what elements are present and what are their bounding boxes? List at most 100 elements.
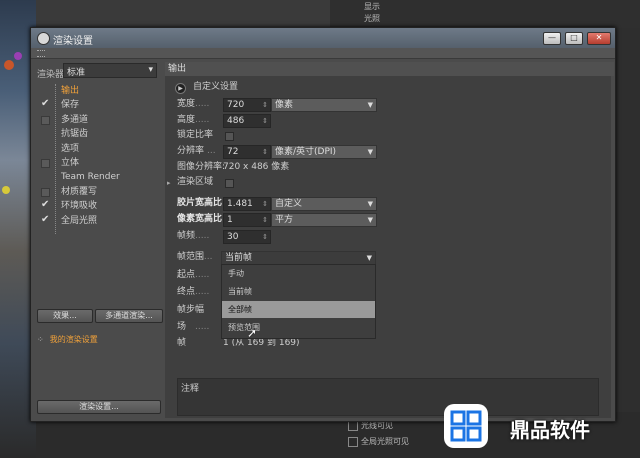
frame-range-value: 当前帧 <box>225 253 253 263</box>
film-aspect-input[interactable]: 1.481 ⇕ <box>223 197 271 211</box>
height-label: 高度 <box>177 115 196 125</box>
dotted-leader: ..... <box>195 115 210 125</box>
width-input[interactable]: 720 ⇕ <box>223 98 271 112</box>
spinner-icon[interactable]: ⇕ <box>262 146 268 158</box>
menu-item-manual[interactable]: 手动 <box>222 265 375 282</box>
tree-item-label: 保存 <box>61 100 80 111</box>
watermark-text: 鼎品软件 <box>510 418 590 442</box>
decor-ball-2 <box>14 52 22 60</box>
checkbox-empty-icon[interactable] <box>41 158 50 168</box>
fields-label: 场 <box>177 322 187 332</box>
width-unit-value: 像素 <box>275 100 294 110</box>
attr-item-1-label: 光线可见 <box>361 421 393 430</box>
chevron-down-icon: ▼ <box>367 148 373 156</box>
tree-item-team-render[interactable]: Team Render <box>35 170 163 184</box>
dotted-leader: ..... <box>195 322 210 332</box>
pixel-aspect-label: 像素宽高比 <box>177 214 223 224</box>
maximize-button[interactable]: □ <box>565 32 583 45</box>
renderer-select[interactable]: 标准 ▾ <box>63 63 157 78</box>
menu-item-all-frames[interactable]: 全部帧 <box>222 301 375 318</box>
pixel-aspect-preset: 平方 <box>275 215 294 225</box>
preset-play-icon[interactable]: ▶ <box>175 83 186 94</box>
dotted-leader: ... <box>207 146 216 156</box>
dotted-leader: ..... <box>195 287 210 297</box>
tree-item-label: 抗锯齿 <box>61 129 89 140</box>
title-bar[interactable]: 渲染设置 — □ ✕ <box>31 28 615 48</box>
film-aspect-preset: 自定义 <box>275 199 303 209</box>
tree-item-material-override[interactable]: 材质覆写 <box>35 185 163 199</box>
film-aspect-value: 1.481 <box>227 199 253 209</box>
checkbox-empty-icon[interactable] <box>41 187 50 197</box>
render-settings-list: ⁘ 我的渲染设置 <box>35 328 163 432</box>
tree-item-stereo[interactable]: 立体 <box>35 156 163 170</box>
resolution-input[interactable]: 72 ⇕ <box>223 145 271 159</box>
checkmark-icon[interactable]: ✔ <box>41 97 49 109</box>
object-item-1[interactable]: 显示 <box>364 1 380 12</box>
fps-input[interactable]: 30 ⇕ <box>223 230 271 244</box>
spinner-icon[interactable]: ⇕ <box>262 214 268 226</box>
resolution-unit-select[interactable]: 像素/英寸(DPI) ▼ <box>271 145 377 159</box>
start-label: 起点 <box>177 270 196 280</box>
dialog-title: 渲染设置 <box>53 36 93 47</box>
menu-item-preview-range[interactable]: 预览范围 <box>222 319 375 336</box>
checkbox-empty-icon[interactable] <box>41 115 50 125</box>
decor-ball-3 <box>2 186 10 194</box>
frame-range-label: 帧范围 <box>177 252 205 262</box>
render-region-checkbox[interactable] <box>225 179 234 188</box>
tree-item-output[interactable]: 输出 <box>35 84 163 98</box>
spinner-icon[interactable]: ⇕ <box>262 198 268 210</box>
film-aspect-label: 胶片宽高比 <box>177 198 223 208</box>
effects-button[interactable]: 效果... <box>37 309 93 323</box>
spinner-icon[interactable]: ⇕ <box>262 231 268 243</box>
film-aspect-select[interactable]: 自定义 ▼ <box>271 197 377 211</box>
tree-item-save[interactable]: ✔ 保存 <box>35 98 163 112</box>
tree-item-antialiasing[interactable]: 抗锯齿 <box>35 127 163 141</box>
tree-item-label: 多通道 <box>61 114 89 125</box>
chevron-down-icon: ▾ <box>148 65 153 75</box>
tree-item-options[interactable]: 选项 <box>35 142 163 156</box>
chevron-down-icon: ▼ <box>366 254 372 262</box>
width-unit-select[interactable]: 像素 ▼ <box>271 98 377 112</box>
tree-item-global-illumination[interactable]: ✔ 全局光照 <box>35 214 163 228</box>
object-item-2[interactable]: 光照 <box>364 13 380 24</box>
renderer-label: 渲染器 <box>37 70 65 80</box>
pixel-aspect-select[interactable]: 平方 ▼ <box>271 213 377 227</box>
drag-handle-icon: ⁘ <box>37 335 44 344</box>
chevron-down-icon: ▼ <box>367 200 373 208</box>
spinner-icon[interactable]: ⇕ <box>262 115 268 127</box>
spinner-icon[interactable]: ⇕ <box>262 99 268 111</box>
checkmark-icon[interactable]: ✔ <box>41 213 49 225</box>
frames-label: 帧 <box>177 338 187 348</box>
minimize-button[interactable]: — <box>543 32 561 45</box>
width-value: 720 <box>227 100 245 110</box>
resolution-label: 分辨率 <box>177 146 205 156</box>
tree-item-label: Team Render <box>61 172 120 183</box>
expand-arrow-icon[interactable]: ▸ <box>167 179 171 187</box>
menu-item-current-frame[interactable]: 当前帧 <box>222 283 375 300</box>
resolution-unit-value: 像素/英寸(DPI) <box>275 147 337 157</box>
height-input[interactable]: 486 ⇕ <box>223 114 271 128</box>
tree-item-multipass[interactable]: 多通道 <box>35 113 163 127</box>
watermark: 鼎品软件 <box>440 396 640 458</box>
tree-item-label: 环境吸收 <box>61 201 98 212</box>
resolution-value: 72 <box>227 147 239 157</box>
custom-settings-label: 自定义设置 <box>193 82 239 92</box>
mouse-cursor-icon: ➚ <box>247 326 258 340</box>
grip-icon[interactable] <box>37 50 45 57</box>
multipass-render-button[interactable]: 多通道渲染... <box>95 309 163 323</box>
pixel-aspect-input[interactable]: 1 ⇕ <box>223 213 271 227</box>
height-value: 486 <box>227 116 245 126</box>
lock-ratio-checkbox[interactable] <box>225 132 234 141</box>
tree-item-ambient-occlusion[interactable]: ✔ 环境吸收 <box>35 199 163 213</box>
checkbox-icon <box>348 436 358 447</box>
render-setting-item[interactable]: ⁘ 我的渲染设置 <box>37 334 163 347</box>
render-settings-button[interactable]: 渲染设置... <box>37 400 161 414</box>
width-label: 宽度 <box>177 99 196 109</box>
attr-item-2[interactable]: 全局光照可见 <box>348 436 409 447</box>
close-button[interactable]: ✕ <box>587 32 611 45</box>
object-manager-panel: 显示 光照 <box>330 0 640 28</box>
dotted-leader: ..... <box>195 99 210 109</box>
checkmark-icon[interactable]: ✔ <box>41 198 49 210</box>
frame-range-select[interactable]: 当前帧 ▼ <box>221 251 376 265</box>
decor-ball-1 <box>4 60 14 70</box>
